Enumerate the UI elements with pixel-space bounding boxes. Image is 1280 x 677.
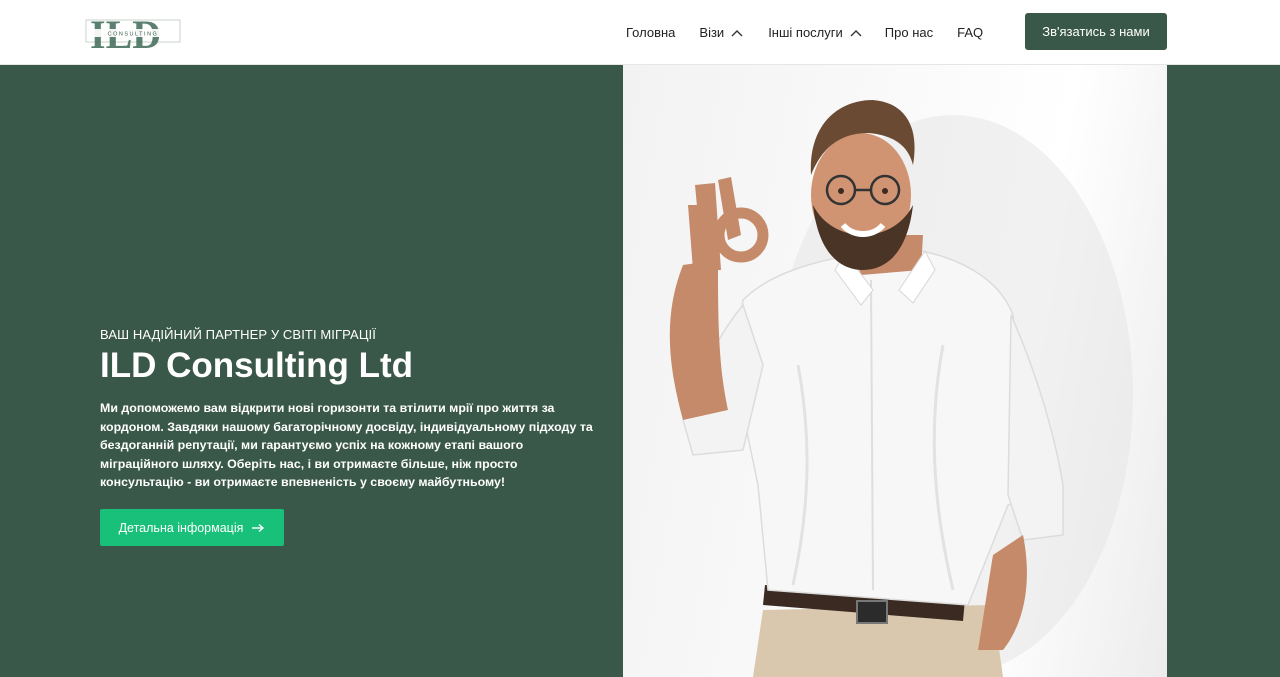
man-ok-sign-illustration	[669, 100, 1133, 677]
hero-eyebrow: ВАШ НАДІЙНИЙ ПАРТНЕР У СВІТІ МІГРАЦІЇ	[100, 327, 376, 342]
hero-title: ILD Consulting Ltd	[100, 346, 413, 385]
nav-other-services[interactable]: Інші послуги	[768, 0, 863, 65]
arrow-right-icon	[252, 523, 265, 532]
chevron-up-icon[interactable]	[849, 28, 863, 38]
hero-description: Ми допоможемо вам відкрити нові горизонт…	[100, 401, 593, 489]
more-info-button-label: Детальна інформація	[118, 520, 244, 535]
hero-section: ВАШ НАДІЙНИЙ ПАРТНЕР У СВІТІ МІГРАЦІЇ IL…	[0, 65, 1280, 677]
nav-other-services-label: Інші послуги	[768, 25, 843, 40]
chevron-up-icon[interactable]	[730, 28, 744, 38]
site-header: ILD CONSULTING Головна Візи Інші послуги…	[0, 0, 1280, 65]
contact-us-button[interactable]: Зв'язатись з нами	[1025, 13, 1167, 50]
nav-home[interactable]: Головна	[626, 0, 675, 65]
nav-about-label: Про нас	[884, 25, 934, 40]
nav-faq-label: FAQ	[957, 25, 984, 40]
svg-text:CONSULTING: CONSULTING	[108, 32, 159, 38]
nav-visas[interactable]: Візи	[699, 0, 744, 65]
main-nav: Головна Візи Інші послуги Про нас FAQ	[626, 0, 983, 65]
nav-faq[interactable]: FAQ	[957, 0, 983, 65]
more-info-button[interactable]: Детальна інформація	[100, 509, 284, 546]
nav-home-label: Головна	[626, 25, 676, 40]
hero-photo	[623, 65, 1167, 677]
nav-visas-label: Візи	[699, 25, 725, 40]
logo[interactable]: ILD CONSULTING	[84, 10, 182, 52]
nav-about[interactable]: Про нас	[885, 0, 933, 65]
